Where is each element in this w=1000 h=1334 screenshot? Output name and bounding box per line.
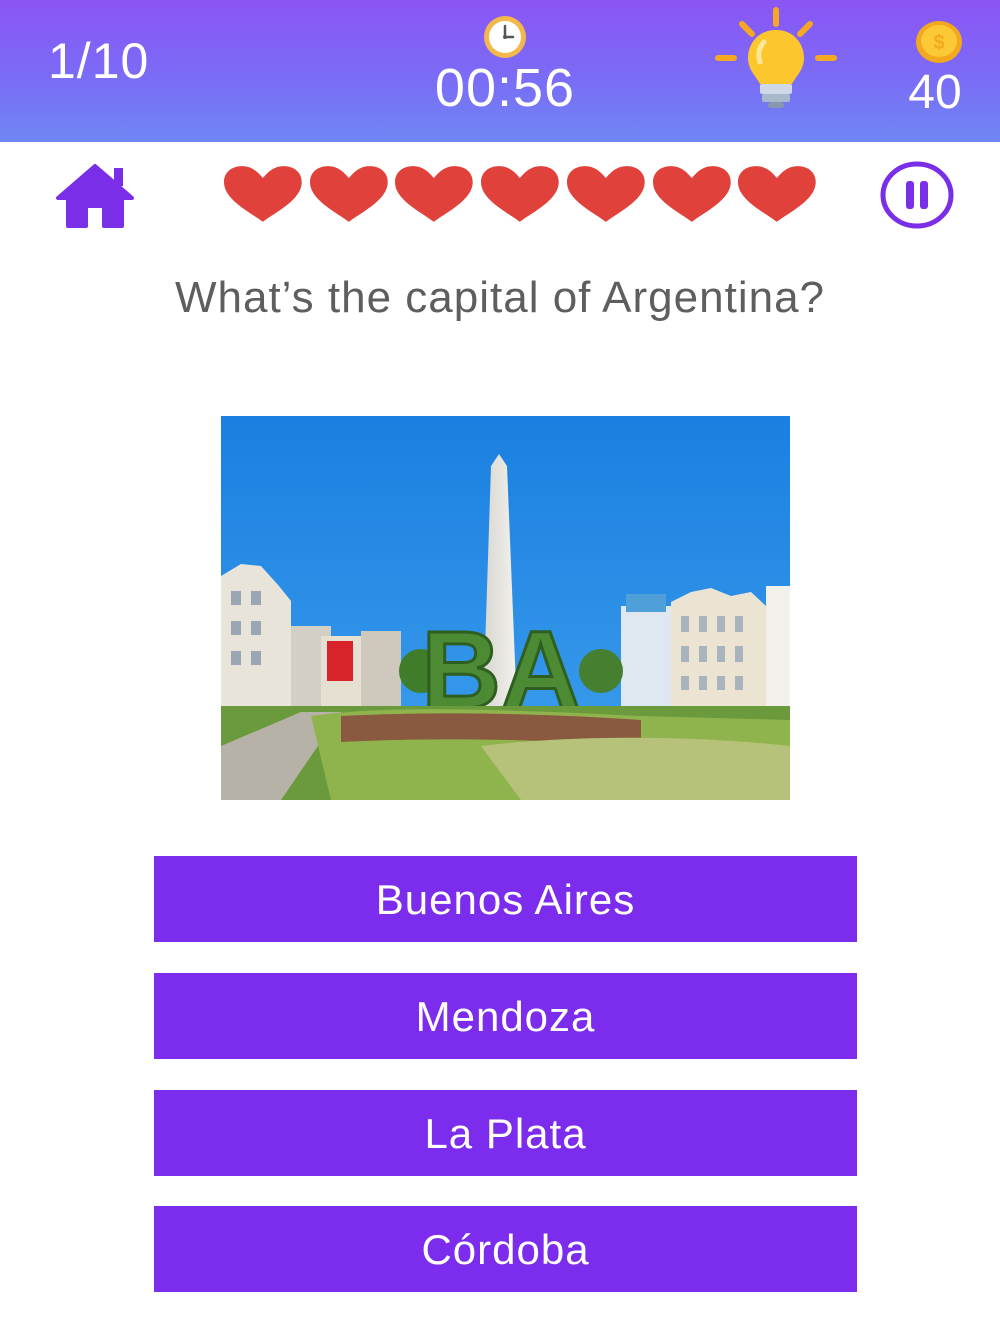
heart-icon <box>652 166 731 222</box>
heart-icon <box>395 166 474 222</box>
lives-indicator <box>220 164 820 224</box>
heart-icon <box>309 166 388 222</box>
svg-text:$: $ <box>933 32 944 54</box>
question-progress: 1/10 <box>48 33 150 89</box>
coin-count: 40 <box>908 66 962 119</box>
answer-option[interactable]: Buenos Aires <box>154 856 857 942</box>
question-text: What’s the capital of Argentina? <box>174 273 826 322</box>
pause-button[interactable] <box>879 160 955 230</box>
hint-button[interactable] <box>712 4 840 112</box>
heart-icon <box>223 166 302 222</box>
heart-icon <box>566 166 645 222</box>
answer-option[interactable]: Córdoba <box>154 1206 857 1292</box>
home-icon <box>56 164 134 228</box>
top-bar: 1/10 00:56 $ 40 <box>0 0 1000 142</box>
heart-icon <box>738 166 817 222</box>
countdown-timer: 00:56 <box>434 58 576 118</box>
pause-icon <box>880 161 954 229</box>
heart-icon <box>481 166 559 222</box>
quiz-screen: 1/10 00:56 $ 40 What’s the capital of Ar… <box>0 0 1000 1334</box>
clock-icon <box>484 16 526 58</box>
question-image: BA <box>221 416 790 800</box>
answer-option[interactable]: La Plata <box>154 1090 857 1176</box>
coin-icon: $ <box>916 21 962 63</box>
home-button[interactable] <box>54 160 136 230</box>
lightbulb-icon <box>715 7 837 108</box>
answer-option[interactable]: Mendoza <box>154 973 857 1059</box>
